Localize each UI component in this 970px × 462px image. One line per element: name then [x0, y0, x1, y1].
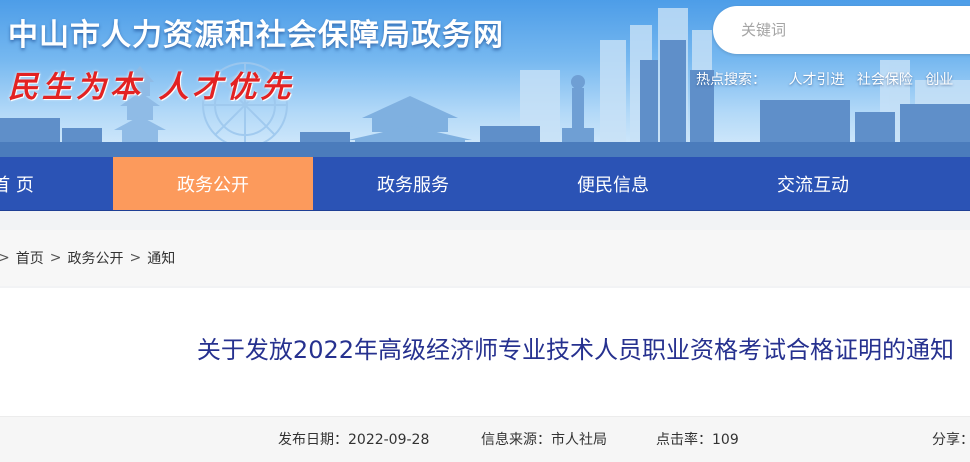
share-label[interactable]: 分享： [932, 429, 970, 449]
nav-item-gov-services[interactable]: 政务服务 [313, 157, 513, 210]
breadcrumb-gov-affairs-public[interactable]: 政务公开 [67, 248, 123, 268]
nav-item-home[interactable]: 首 页 [0, 157, 113, 210]
nav-item-convenience-info[interactable]: 便民信息 [513, 157, 713, 210]
nav-item-gov-affairs-public[interactable]: 政务公开 [113, 157, 313, 210]
search-input[interactable] [739, 20, 963, 40]
hot-link-social-insurance[interactable]: 社会保险 [857, 72, 913, 88]
publish-date: 发布日期：2022-09-28 [278, 432, 430, 448]
site-title: 中山市人力资源和社会保障局政务网 [8, 18, 504, 53]
hot-search: 热点搜索： 人才引进 社会保险 创业 [696, 69, 961, 89]
breadcrumb: > 首页 > 政务公开 > 通知 [0, 230, 970, 286]
nav-item-interaction[interactable]: 交流互动 [713, 157, 913, 210]
info-source: 信息来源：市人社局 [481, 432, 607, 448]
hot-link-entrepreneurship[interactable]: 创业 [925, 72, 953, 88]
hot-search-label: 热点搜索： [696, 72, 766, 88]
header-banner: 中山市人力资源和社会保障局政务网 民生为本 人才优先 热点搜索： 人才引进 社会… [0, 0, 970, 157]
hot-link-talent[interactable]: 人才引进 [788, 72, 844, 88]
breadcrumb-separator: > [0, 250, 10, 266]
article: 关于发放2022年高级经济师专业技术人员职业资格考试合格证明的通知 发布日期：2… [0, 288, 970, 462]
hit-count: 点击率：109 [656, 432, 739, 448]
slogan: 民生为本 人才优先 [8, 70, 295, 105]
breadcrumb-home[interactable]: 首页 [16, 248, 44, 268]
article-meta: 发布日期：2022-09-28 信息来源：市人社局 点击率：109 分享： [0, 416, 970, 462]
search-box[interactable] [713, 6, 970, 54]
article-title: 关于发放2022年高级经济师专业技术人员职业资格考试合格证明的通知 [196, 336, 954, 364]
breadcrumb-separator: > [49, 250, 62, 266]
main-nav: 首 页 政务公开 政务服务 便民信息 交流互动 [0, 157, 970, 211]
breadcrumb-notice[interactable]: 通知 [147, 248, 175, 268]
breadcrumb-separator: > [129, 250, 142, 266]
